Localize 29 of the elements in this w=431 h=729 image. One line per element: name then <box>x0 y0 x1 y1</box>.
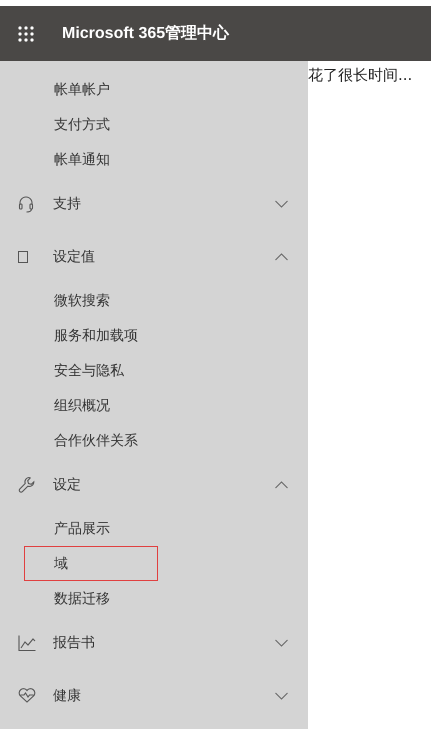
heart-pulse-icon <box>18 688 36 703</box>
chevron-icon[interactable] <box>275 638 288 646</box>
nav-subitem[interactable]: 微软搜索 <box>24 283 158 318</box>
chevron-icon[interactable] <box>275 692 288 700</box>
app-title: Microsoft 365管理中心 <box>62 23 230 44</box>
nav-group-label[interactable]: 设定值 <box>53 248 275 266</box>
nav-group-label[interactable]: 设定 <box>53 476 275 494</box>
nav-subitem[interactable]: 数据迁移 <box>24 581 158 616</box>
nav-subitem[interactable]: 合作伙伴关系 <box>24 423 158 458</box>
nav-group-label[interactable]: 支持 <box>53 194 275 212</box>
nav-subitem[interactable]: 组织概况 <box>24 388 158 423</box>
nav-subitem[interactable]: 产品展示 <box>24 511 158 546</box>
nav-group-label[interactable]: 健康 <box>53 686 275 704</box>
wrench-icon <box>18 476 36 494</box>
nav-subitem[interactable]: 安全与隐私 <box>24 353 158 388</box>
square-icon <box>18 250 28 262</box>
chevron-icon[interactable] <box>275 252 288 260</box>
app-launcher-icon[interactable] <box>18 26 34 42</box>
loading-text: 花了很长时间... <box>308 66 412 84</box>
nav-subitem[interactable]: 服务和加载项 <box>24 318 158 353</box>
nav-subitem[interactable]: 支付方式 <box>24 107 158 142</box>
nav-subitem[interactable]: 域 <box>24 546 158 581</box>
nav-subitem[interactable]: 帐单通知 <box>24 142 158 177</box>
nav-subitem[interactable]: 帐单帐户 <box>24 72 158 107</box>
line-chart-icon <box>18 634 36 650</box>
nav-group-label[interactable]: 报告书 <box>53 634 275 652</box>
chevron-icon[interactable] <box>275 200 288 208</box>
chevron-icon[interactable] <box>275 480 288 488</box>
headset-icon <box>18 194 34 212</box>
